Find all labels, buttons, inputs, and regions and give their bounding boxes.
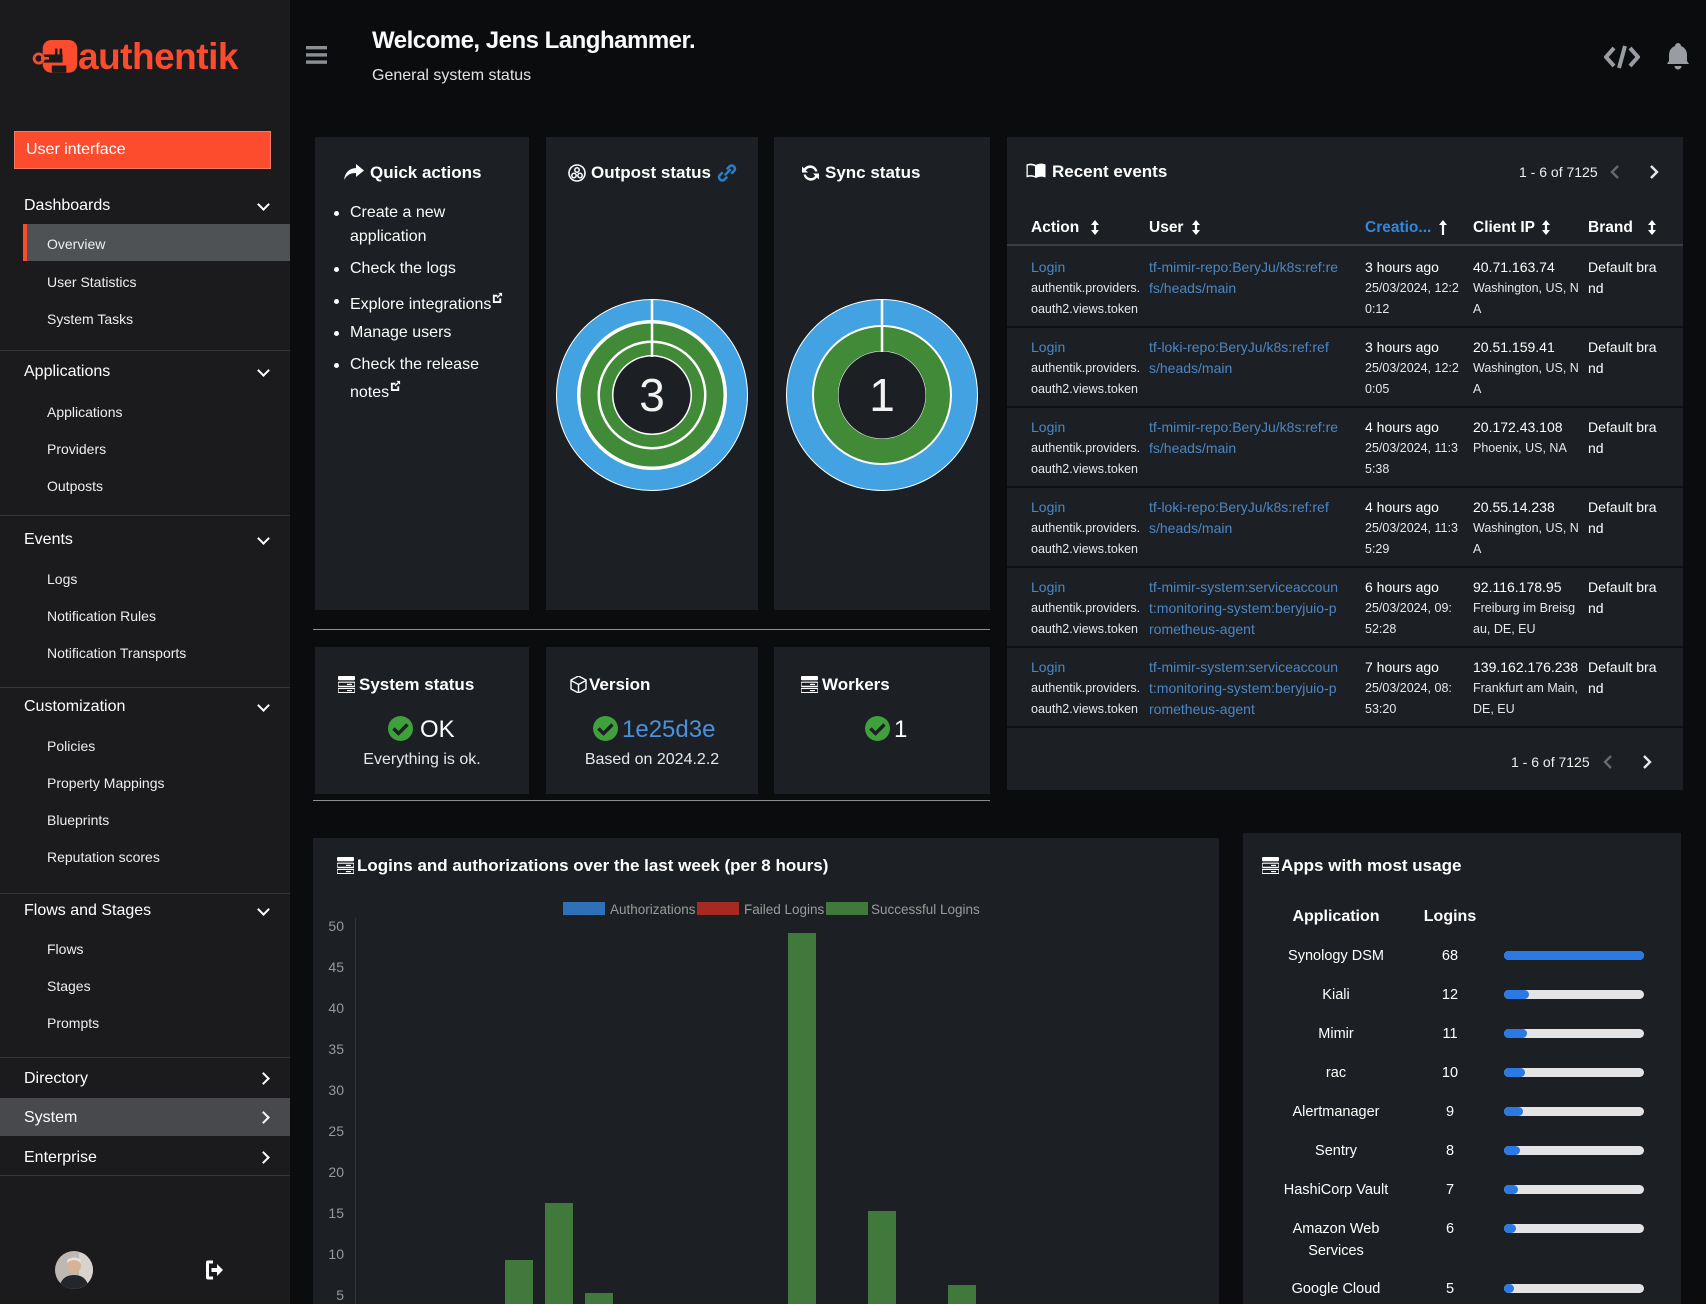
svg-text:3: 3 xyxy=(639,369,665,421)
svg-text:authentik: authentik xyxy=(78,36,239,77)
svg-text:1: 1 xyxy=(869,369,895,421)
